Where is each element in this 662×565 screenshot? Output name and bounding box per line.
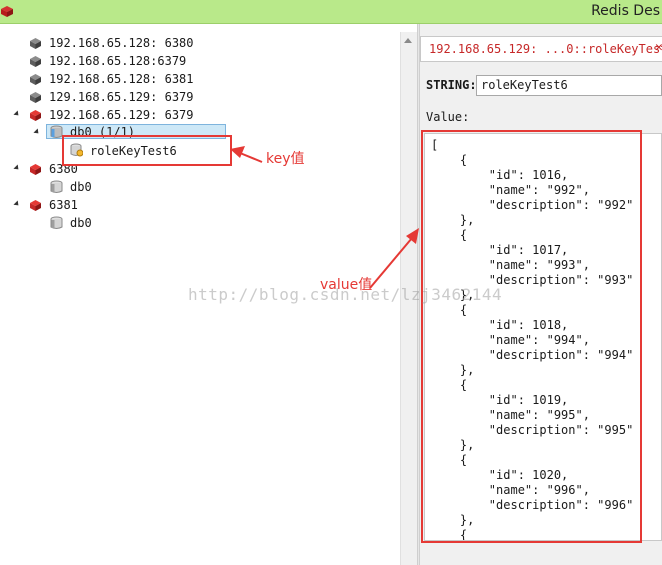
close-icon[interactable]: ✕ <box>655 40 662 55</box>
server-icon <box>30 56 41 67</box>
db-label: db0 <box>70 216 92 230</box>
value-highlight-box <box>421 130 642 543</box>
server-label: 129.168.65.129: 6379 <box>49 90 194 104</box>
server-icon <box>30 74 41 85</box>
value-label: Value: <box>426 110 470 124</box>
key-annotation: key值 <box>266 151 305 167</box>
server-label: 6381 <box>49 198 78 212</box>
tab-key-editor[interactable]: 192.168.65.129: ...0::roleKeyTest6 ✕ <box>420 36 662 62</box>
server-label: 192.168.65.129: 6379 <box>49 108 194 122</box>
server-icon <box>30 200 41 211</box>
server-icon <box>30 38 41 49</box>
server-icon <box>30 92 41 103</box>
title-bar: Redis Des <box>0 0 662 24</box>
server-label: 192.168.65.128: 6380 <box>49 36 194 50</box>
key-highlight-box <box>62 135 232 166</box>
server-label: 192.168.65.128: 6381 <box>49 72 194 86</box>
scroll-up-arrow-icon[interactable] <box>404 38 412 43</box>
watermark-text: http://blog.csdn.net/lzj3462144 <box>188 285 503 304</box>
db-label: db0 <box>70 180 92 194</box>
key-name-field[interactable]: roleKeyTest6 <box>476 75 662 96</box>
database-icon <box>50 216 63 229</box>
tab-label: 192.168.65.129: ...0::roleKeyTest6 <box>429 42 662 56</box>
server-label: 192.168.65.128:6379 <box>49 54 187 68</box>
type-label: STRING: <box>426 78 477 92</box>
redis-logo-icon <box>1 6 13 17</box>
server-icon <box>30 110 41 121</box>
server-icon <box>30 164 41 175</box>
window-title: Redis Des <box>591 3 660 19</box>
database-icon <box>50 180 63 193</box>
